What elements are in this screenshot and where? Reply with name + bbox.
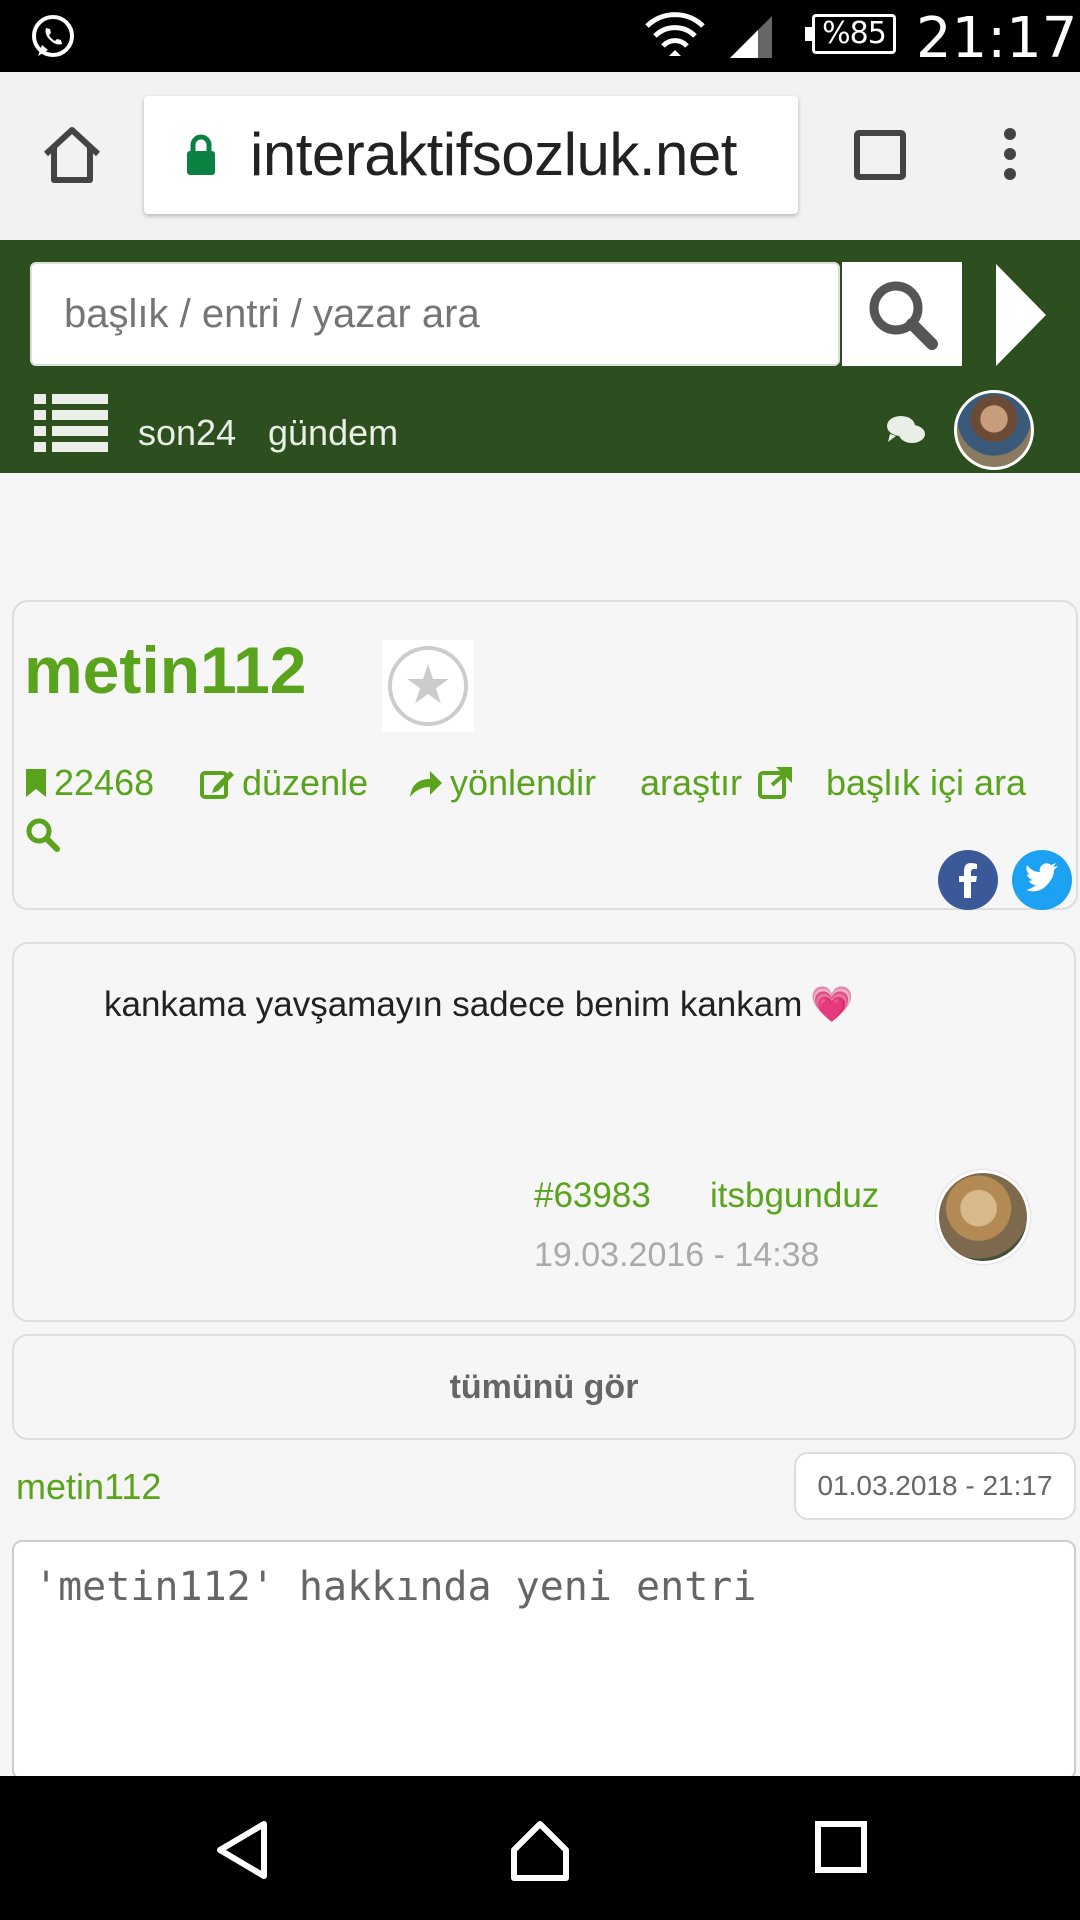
search-in-topic-link[interactable]: başlık içi ara (826, 762, 1026, 804)
user-avatar[interactable] (954, 390, 1034, 470)
whatsapp-icon (32, 15, 74, 57)
composer-username[interactable]: metin112 (16, 1466, 161, 1508)
facebook-share-button[interactable] (938, 850, 998, 910)
composer-date: 01.03.2018 - 21:17 (794, 1452, 1076, 1520)
entry-card: kankama yavşamayın sadece benim kankam 💗 … (12, 942, 1076, 1322)
recents-icon[interactable] (814, 1820, 868, 1874)
share-arrow-icon (410, 771, 442, 797)
lock-icon (187, 134, 215, 175)
entry-count: 22468 (54, 762, 155, 803)
home-nav-icon[interactable] (508, 1820, 572, 1882)
topic-title[interactable]: metin112 (24, 632, 307, 708)
wifi-icon (645, 12, 705, 56)
nav-link-son24[interactable]: son24 (138, 412, 236, 454)
search-icon (869, 281, 938, 350)
twitter-share-button[interactable] (1012, 850, 1072, 910)
redirect-label: yönlendir (450, 762, 597, 803)
entry-id-link[interactable]: #63983 (534, 1176, 651, 1216)
battery-indicator: %85 (805, 14, 896, 54)
entry-text: kankama yavşamayın sadece benim kankam (104, 985, 803, 1024)
search-input[interactable] (30, 262, 840, 366)
entry-count-link[interactable]: 22468 (24, 762, 154, 804)
edit-link[interactable]: düzenle (200, 762, 368, 804)
new-entry-textarea[interactable]: 'metin112' hakkında yeni entri (12, 1540, 1076, 1780)
search-button[interactable] (842, 262, 962, 366)
new-entry-placeholder: 'metin112' hakkında yeni entri (34, 1564, 757, 1610)
entry-author-link[interactable]: itsbgunduz (710, 1176, 879, 1216)
bookmark-icon (26, 769, 46, 797)
system-nav-bar (0, 1776, 1080, 1920)
home-icon[interactable] (40, 126, 104, 184)
search-icon[interactable] (24, 816, 60, 852)
chevron-right-icon[interactable] (988, 260, 1050, 370)
nav-link-gundem[interactable]: gündem (268, 412, 398, 454)
see-all-button[interactable]: tümünü gör (12, 1334, 1076, 1440)
clock: 21:17 (916, 6, 1078, 71)
author-avatar[interactable] (936, 1170, 1030, 1264)
status-bar: %85 21:17 (0, 0, 1080, 72)
heart-emoji-icon: 💗 (810, 985, 854, 1024)
follow-star-icon[interactable]: ★ (382, 640, 474, 732)
research-label: araştır (640, 762, 743, 803)
browser-toolbar: interaktifsozluk.net (0, 72, 1080, 240)
entry-content: kankama yavşamayın sadece benim kankam 💗 (104, 984, 854, 1025)
facebook-icon (959, 863, 977, 898)
edit-icon (200, 771, 234, 799)
signal-icon (730, 16, 772, 58)
twitter-icon (1026, 863, 1058, 892)
edit-label: düzenle (242, 762, 369, 803)
back-icon[interactable] (214, 1820, 270, 1880)
messages-icon[interactable] (886, 414, 926, 446)
url-text: interaktifsozluk.net (250, 121, 737, 188)
redirect-link[interactable]: yönlendir (408, 762, 596, 804)
external-link-icon (758, 767, 793, 799)
overflow-menu-icon[interactable] (1004, 128, 1016, 188)
tab-switcher-icon[interactable] (854, 130, 906, 180)
list-menu-icon[interactable] (34, 392, 108, 452)
topic-header: metin112 ★ 22468 düzenle yönlendir araşt… (12, 600, 1078, 910)
site-header: son24 gündem (0, 240, 1080, 473)
research-link[interactable]: araştır (640, 762, 794, 804)
url-bar[interactable]: interaktifsozluk.net (144, 96, 798, 214)
entry-date: 19.03.2016 - 14:38 (534, 1236, 820, 1274)
